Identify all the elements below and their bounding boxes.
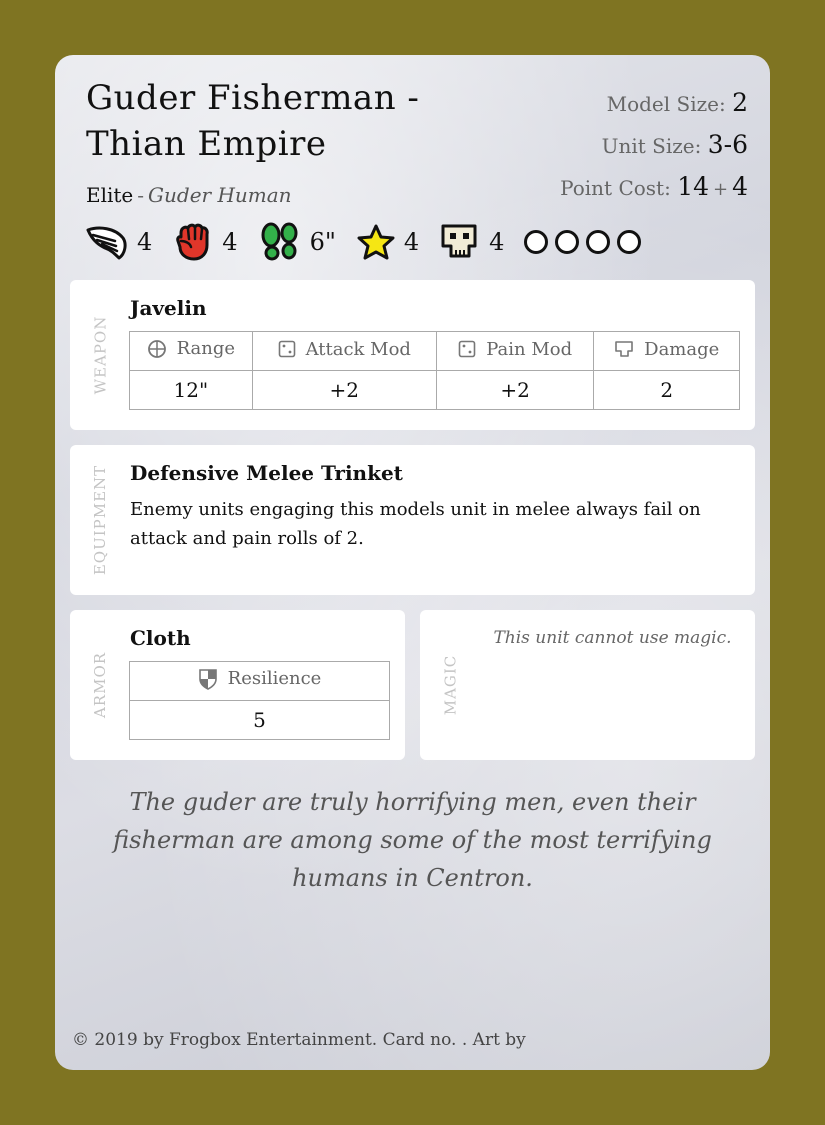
equipment-section-label: EQUIPMENT [91, 464, 110, 576]
armor-table: Resilience 5 [129, 661, 390, 740]
health-pip[interactable] [617, 230, 642, 254]
health-pip[interactable] [524, 230, 549, 254]
damage-value: 2 [593, 370, 740, 410]
weapon-panel: WEAPON Javelin Range Attack Mod Pain Mod… [70, 280, 755, 430]
plus-sign: + [713, 179, 729, 200]
weapon-section-label: WEAPON [91, 315, 109, 395]
type-separator: - [137, 183, 145, 207]
unit-size-row: Unit Size: 3-6 [560, 125, 748, 167]
wing-icon [85, 222, 129, 262]
resilience-value: 5 [129, 700, 390, 740]
equipment-description: Enemy units engaging this models unit in… [130, 499, 701, 549]
unit-type: Elite [86, 183, 134, 207]
health-pip[interactable] [555, 230, 580, 254]
die-icon [278, 340, 295, 358]
armor-name: Cloth [130, 626, 191, 650]
stat-value: 6" [309, 228, 336, 256]
stat-value: 4 [137, 228, 153, 256]
unit-meta: Model Size: 2 Unit Size: 3-6 Point Cost:… [560, 83, 748, 209]
weapon-name: Javelin [130, 296, 207, 320]
armor-value-row: 5 [129, 700, 390, 740]
copyright-footer: © 2019 by Frogbox Entertainment. Card no… [72, 1030, 526, 1050]
flavor-text: The guder are truly horrifying men, even… [113, 788, 712, 892]
unit-race: Guder Human [148, 183, 292, 207]
card-title: Guder Fisherman - Thian Empire [86, 78, 420, 164]
point-cost-row: Point Cost: 14 +4 [560, 167, 748, 209]
weapon-value-row: 12" +2 +2 2 [129, 370, 740, 410]
stat-melee: 4 [172, 221, 238, 263]
skull-icon [439, 222, 481, 262]
armor-panel: ARMOR Cloth Resilience 5 [70, 610, 405, 760]
stat-value: 4 [489, 228, 505, 256]
fist-icon [172, 221, 214, 263]
stat-value: 4 [403, 228, 420, 256]
resilience-header: Resilience [129, 661, 390, 701]
range-header: Range [129, 331, 253, 371]
unit-card: Guder Fisherman - Thian Empire Elite - Gud… [55, 55, 770, 1070]
star-icon [356, 223, 396, 261]
point-cost-label: Point Cost: [560, 176, 671, 200]
unit-size-value: 3-6 [707, 130, 748, 159]
shield-icon [198, 668, 217, 690]
pain-mod-value: +2 [435, 370, 595, 410]
attack-mod-header: Attack Mod [251, 331, 437, 371]
stat-value: 4 [222, 228, 238, 256]
armor-section-label: ARMOR [91, 651, 110, 719]
stat-morale: 4 [439, 222, 504, 262]
model-size-label: Model Size: [606, 92, 726, 116]
magic-section-label: MAGIC [441, 654, 460, 716]
die-icon [458, 340, 476, 358]
damage-header: Damage [593, 331, 740, 371]
health-pip[interactable] [586, 230, 611, 254]
stat-bar: 4 4 6" 4 4 [85, 221, 648, 263]
footprints-icon [258, 222, 302, 262]
damage-icon [615, 341, 633, 358]
point-cost-base: 14 [677, 172, 709, 201]
attack-mod-value: +2 [251, 370, 437, 410]
pain-mod-header: Pain Mod [435, 331, 595, 371]
point-cost-extra: 4 [732, 172, 748, 201]
weapon-header-row: Range Attack Mod Pain Mod Damage [129, 331, 740, 371]
unit-type-line: Elite - Guder Human [86, 183, 292, 207]
model-size-value: 2 [732, 88, 748, 117]
magic-panel: MAGIC This unit cannot use magic. [420, 610, 755, 760]
stat-move: 6" [258, 222, 336, 262]
equipment-name: Defensive Melee Trinket [130, 461, 403, 485]
weapon-table: Range Attack Mod Pain Mod Damage 12" +2 … [129, 331, 740, 410]
crosshair-icon [147, 339, 166, 358]
model-size-row: Model Size: 2 [560, 83, 748, 125]
range-value: 12" [129, 370, 253, 410]
stat-skill: 4 [356, 223, 419, 261]
armor-header-row: Resilience [129, 661, 390, 701]
unit-size-label: Unit Size: [601, 134, 702, 158]
magic-note: This unit cannot use magic. [493, 628, 732, 648]
equipment-panel: EQUIPMENT Defensive Melee Trinket Enemy … [70, 445, 755, 595]
health-pips [524, 230, 648, 254]
stat-speed: 4 [85, 222, 152, 262]
